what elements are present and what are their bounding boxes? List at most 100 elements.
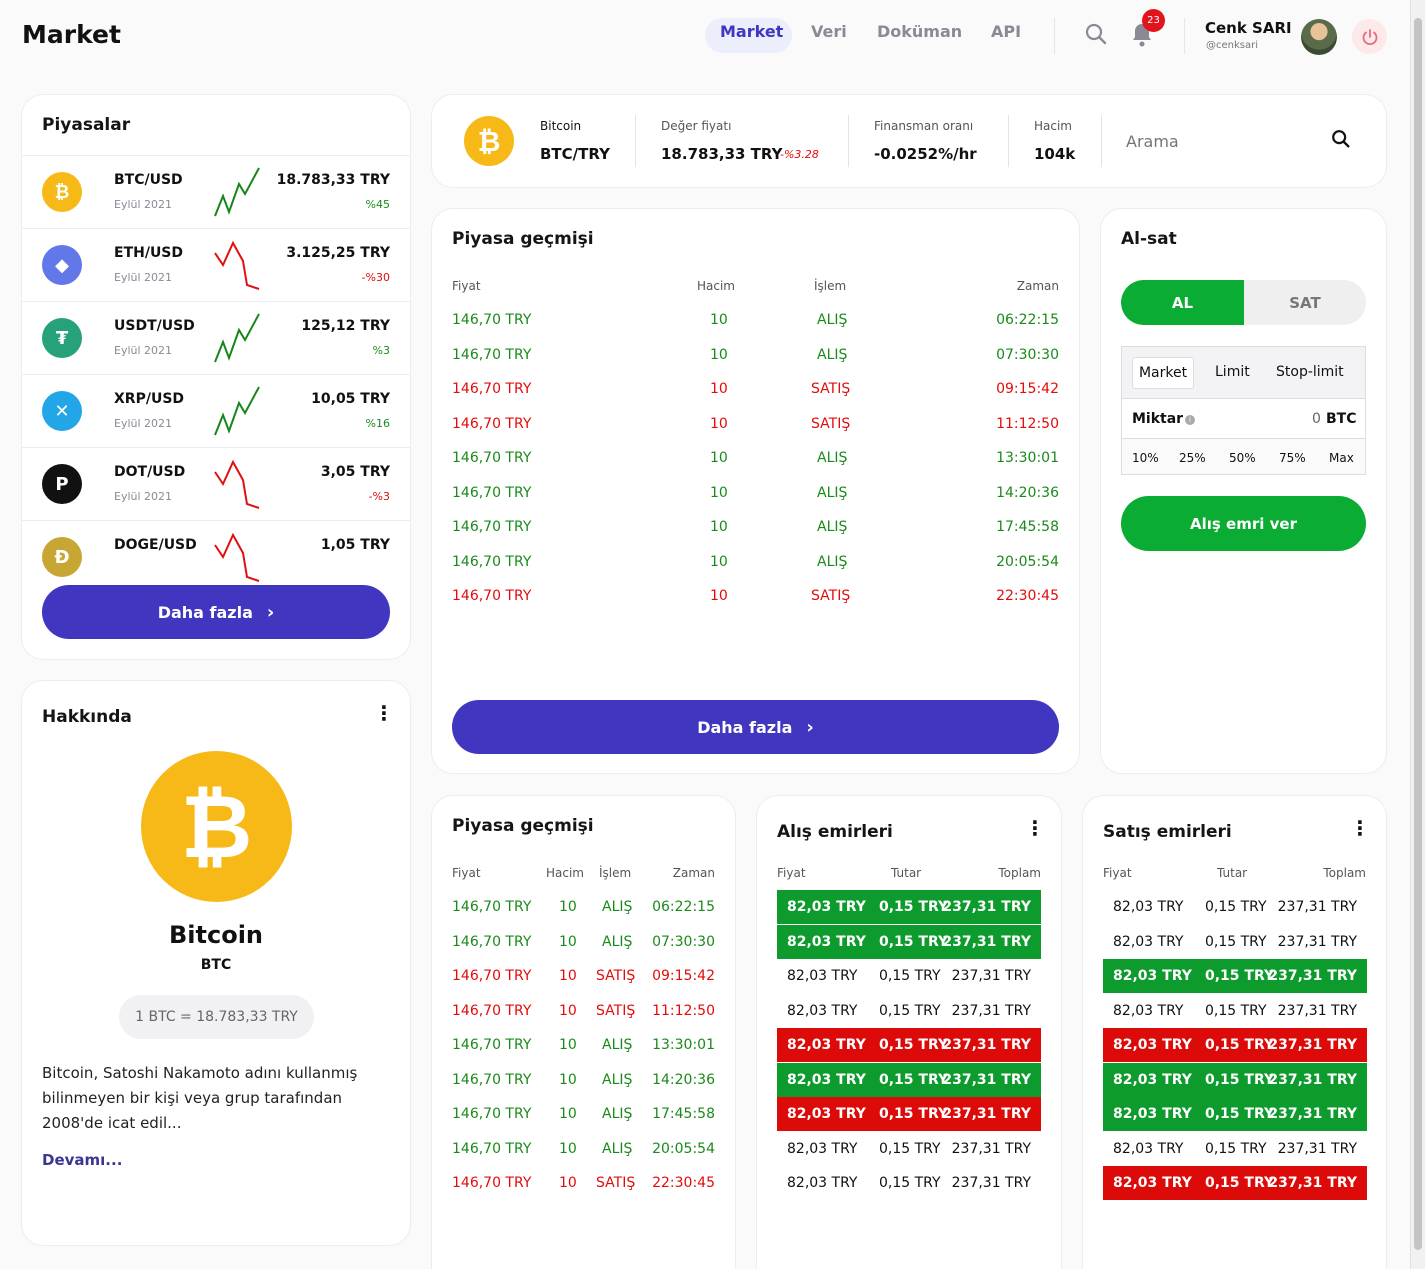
logout-button[interactable] bbox=[1352, 19, 1387, 54]
market-row[interactable]: ₮ USDT/USD Eylül 2021 125,12 TRY %3 bbox=[22, 301, 410, 374]
order-amount: 0,15 TRY bbox=[879, 899, 949, 915]
order-amount: 0,15 TRY bbox=[879, 1106, 949, 1122]
order-type-limit[interactable]: Limit bbox=[1215, 364, 1250, 380]
history-small-row-time: 07:30:30 bbox=[652, 933, 715, 950]
percent-10[interactable]: 10% bbox=[1132, 451, 1159, 465]
order-total: 237,31 TRY bbox=[1268, 1071, 1357, 1088]
order-amount: 0,15 TRY bbox=[1205, 899, 1267, 915]
search-icon[interactable] bbox=[1330, 128, 1352, 154]
history-more-button[interactable]: Daha fazla › bbox=[452, 700, 1059, 754]
history-row-time: 17:45:58 bbox=[996, 519, 1059, 535]
market-row[interactable]: P DOT/USD Eylül 2021 3,05 TRY -%3 bbox=[22, 447, 410, 520]
buy-orders-card: Alış emirleri ⋮ Fiyat Tutar Toplam 82,03… bbox=[756, 795, 1062, 1269]
order-total: 237,31 TRY bbox=[1277, 1002, 1357, 1019]
nav-api[interactable]: API bbox=[991, 22, 1021, 41]
market-row[interactable]: ✕ XRP/USD Eylül 2021 10,05 TRY %16 bbox=[22, 374, 410, 447]
nav-dokuman[interactable]: Doküman bbox=[877, 22, 962, 41]
order-row[interactable]: 82,03 TRY 0,15 TRY 237,31 TRY bbox=[777, 1028, 1041, 1062]
market-row[interactable]: Ð DOGE/USD 1,05 TRY bbox=[22, 520, 410, 593]
amount-value[interactable]: 0 bbox=[1312, 411, 1321, 427]
ticker-pair[interactable]: BTC/TRY bbox=[540, 145, 610, 163]
order-row[interactable]: 82,03 TRY 0,15 TRY 237,31 TRY bbox=[777, 959, 1041, 993]
sell-orders-card: Satış emirleri ⋮ Fiyat Tutar Toplam 82,0… bbox=[1082, 795, 1387, 1269]
order-price: 82,03 TRY bbox=[1113, 1175, 1192, 1191]
order-price: 82,03 TRY bbox=[1113, 899, 1184, 915]
order-row[interactable]: 82,03 TRY 0,15 TRY 237,31 TRY bbox=[1103, 1062, 1367, 1097]
tab-sell[interactable]: SAT bbox=[1244, 280, 1366, 325]
trade-title: Al-sat bbox=[1121, 229, 1177, 249]
order-total: 237,31 TRY bbox=[942, 1071, 1031, 1088]
history-row-volume: 10 bbox=[710, 588, 728, 604]
order-price: 82,03 TRY bbox=[787, 1140, 858, 1157]
history-small-row-price: 146,70 TRY bbox=[452, 1175, 532, 1191]
order-total: 237,31 TRY bbox=[942, 1037, 1031, 1053]
order-row[interactable]: 82,03 TRY 0,15 TRY 237,31 TRY bbox=[1103, 994, 1367, 1028]
order-row[interactable]: 82,03 TRY 0,15 TRY 237,31 TRY bbox=[1103, 1028, 1367, 1062]
market-date: Eylül 2021 bbox=[114, 490, 173, 503]
history-header-type: İşlem bbox=[814, 279, 847, 293]
percent-50[interactable]: 50% bbox=[1229, 451, 1256, 465]
app-title: Market bbox=[22, 20, 121, 49]
order-row[interactable]: 82,03 TRY 0,15 TRY 237,31 TRY bbox=[1103, 890, 1367, 924]
search-input[interactable] bbox=[1126, 125, 1316, 157]
order-row[interactable]: 82,03 TRY 0,15 TRY 237,31 TRY bbox=[1103, 959, 1367, 993]
history-row-type: ALIŞ bbox=[817, 553, 848, 570]
search-icon[interactable] bbox=[1084, 22, 1108, 50]
history-header-price: Fiyat bbox=[452, 279, 481, 293]
history-header-volume: Hacim bbox=[697, 279, 735, 293]
history-row-type: ALIŞ bbox=[817, 450, 848, 466]
market-date: Eylül 2021 bbox=[114, 198, 173, 211]
markets-more-button[interactable]: Daha fazla › bbox=[42, 585, 390, 639]
order-row[interactable]: 82,03 TRY 0,15 TRY 237,31 TRY bbox=[777, 1132, 1041, 1166]
order-type-stop-limit[interactable]: Stop-limit bbox=[1276, 364, 1344, 380]
order-row[interactable]: 82,03 TRY 0,15 TRY 237,31 TRY bbox=[1103, 1097, 1367, 1131]
percent-75[interactable]: 75% bbox=[1279, 451, 1306, 465]
scrollbar-thumb[interactable] bbox=[1414, 18, 1422, 1250]
submit-buy-order-button[interactable]: Alış emri ver bbox=[1121, 496, 1366, 551]
history-row-time: 14:20:36 bbox=[996, 484, 1059, 501]
history-small-row-volume: 10 bbox=[559, 1106, 577, 1122]
nav-market-label[interactable]: Market bbox=[720, 22, 783, 41]
order-total: 237,31 TRY bbox=[1277, 899, 1357, 915]
history-small-row-price: 146,70 TRY bbox=[452, 1037, 532, 1053]
order-row[interactable]: 82,03 TRY 0,15 TRY 237,31 TRY bbox=[777, 994, 1041, 1028]
order-amount: 0,15 TRY bbox=[879, 1140, 941, 1157]
order-total: 237,31 TRY bbox=[1268, 1037, 1357, 1053]
more-options-icon[interactable]: ⋮ bbox=[374, 703, 394, 723]
more-options-icon[interactable]: ⋮ bbox=[1350, 818, 1370, 838]
market-coin-icon: ₮ bbox=[42, 318, 82, 358]
history-row-price: 146,70 TRY bbox=[452, 588, 532, 604]
order-amount: 0,15 TRY bbox=[879, 968, 941, 984]
market-change: %16 bbox=[365, 417, 390, 430]
chevron-right-icon: › bbox=[806, 716, 814, 738]
market-row[interactable]: ◆ ETH/USD Eylül 2021 3.125,25 TRY -%30 bbox=[22, 228, 410, 301]
order-row[interactable]: 82,03 TRY 0,15 TRY 237,31 TRY bbox=[777, 1097, 1041, 1131]
nav-veri[interactable]: Veri bbox=[811, 22, 847, 41]
order-row[interactable]: 82,03 TRY 0,15 TRY 237,31 TRY bbox=[777, 1062, 1041, 1097]
history-row-price: 146,70 TRY bbox=[452, 346, 532, 363]
order-row[interactable]: 82,03 TRY 0,15 TRY 237,31 TRY bbox=[1103, 1166, 1367, 1200]
order-row[interactable]: 82,03 TRY 0,15 TRY 237,31 TRY bbox=[1103, 1132, 1367, 1166]
history-row-type: SATIŞ bbox=[811, 381, 851, 397]
amount-row[interactable]: Miktar i 0 BTC bbox=[1122, 399, 1365, 439]
order-row[interactable]: 82,03 TRY 0,15 TRY 237,31 TRY bbox=[777, 1166, 1041, 1200]
ticker-funding-label: Finansman oranı bbox=[874, 119, 974, 133]
avatar[interactable] bbox=[1301, 19, 1337, 55]
about-more-link[interactable]: Devamı... bbox=[42, 1151, 122, 1169]
order-row[interactable]: 82,03 TRY 0,15 TRY 237,31 TRY bbox=[1103, 925, 1367, 959]
percent-max[interactable]: Max bbox=[1329, 451, 1354, 465]
page-scrollbar[interactable] bbox=[1410, 0, 1425, 1269]
market-price: 18.783,33 TRY bbox=[276, 172, 390, 188]
market-symbol: USDT/USD bbox=[114, 318, 195, 334]
more-options-icon[interactable]: ⋮ bbox=[1025, 818, 1045, 838]
order-row[interactable]: 82,03 TRY 0,15 TRY 237,31 TRY bbox=[777, 924, 1041, 959]
order-total: 237,31 TRY bbox=[951, 1002, 1031, 1019]
order-type-market[interactable]: Market bbox=[1132, 357, 1194, 389]
history-row-type: ALIŞ bbox=[817, 484, 848, 501]
percent-25[interactable]: 25% bbox=[1179, 451, 1206, 465]
user-handle: @cenksari bbox=[1206, 40, 1259, 51]
tab-buy[interactable]: AL bbox=[1121, 280, 1244, 325]
market-symbol: DOT/USD bbox=[114, 464, 186, 480]
order-row[interactable]: 82,03 TRY 0,15 TRY 237,31 TRY bbox=[777, 890, 1041, 924]
market-row[interactable]: ₿ BTC/USD Eylül 2021 18.783,33 TRY %45 bbox=[22, 155, 410, 228]
